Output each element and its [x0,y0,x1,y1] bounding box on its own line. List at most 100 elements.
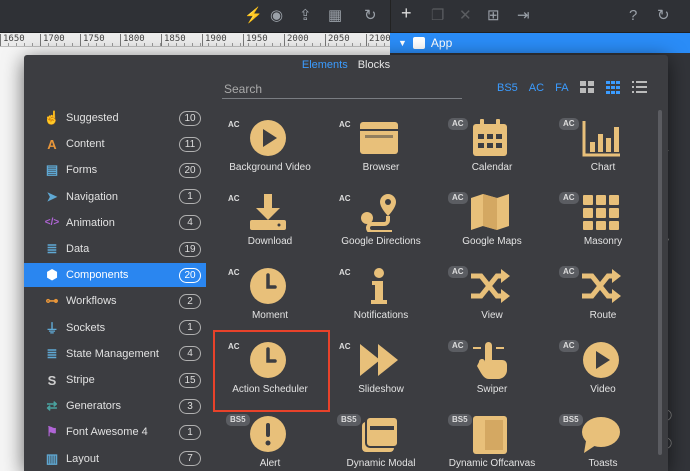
count-badge: 20 [179,162,201,178]
component-tile-download[interactable]: AC Download [212,184,323,258]
component-name: Dynamic Modal [346,458,416,469]
database-icon: ≣ [46,241,58,256]
hand-pointer-icon: ☝ [43,110,61,125]
sidebar-item-label: Stripe [66,374,95,386]
component-tile-route[interactable]: AC Route [545,258,656,332]
list-view-icon[interactable] [631,81,647,94]
filter-bs5[interactable]: BS5 [497,82,518,94]
eye-icon[interactable]: ◉ [270,8,283,24]
caret-down-icon[interactable]: ▼ [398,38,407,48]
component-tile-notifications[interactable]: AC Notifications [323,258,434,332]
share-icon[interactable]: ⇪ [299,8,312,24]
play-circle-icon [580,340,622,380]
tree-toolbar: + ❐ ✕ ⊞ ⇥ ? ↻ [390,0,690,33]
cube-icon: ⬢ [46,267,58,283]
filter-fa[interactable]: FA [555,82,568,94]
component-tile-dynamic-offcanvas[interactable]: BS5 Dynamic Offcanvas [434,406,545,471]
badge-label: AC [228,268,240,277]
fast-forward-icon [358,340,400,380]
sidebar-item-content[interactable]: A Content 11 [24,132,206,156]
lightning-icon[interactable]: ⚡ [244,8,263,24]
component-name: Action Scheduler [232,384,308,395]
grid-scrollbar[interactable] [658,110,662,455]
component-tile-masonry[interactable]: AC Masonry [545,184,656,258]
shuffle-icon [469,266,511,306]
code-icon: </> [44,217,60,229]
component-name: Dynamic Offcanvas [448,458,536,469]
search-row: BS5 AC FA [24,77,668,103]
component-tile-calendar[interactable]: AC Calendar [434,110,545,184]
sidebar-item-components[interactable]: ⬢ Components 20 [24,263,206,288]
repeat-arrows-icon: ⇄ [46,398,58,414]
alert-circle-icon [247,414,289,454]
plus-icon[interactable]: + [401,4,412,22]
component-tile-toasts[interactable]: BS5 Toasts [545,406,656,471]
stripe-s-icon: S [47,372,57,388]
sidebar-item-state-management[interactable]: ≣ State Management 4 [24,342,206,366]
sidebar-item-workflows[interactable]: ⊶ Workflows 2 [24,289,206,313]
ruler-tick: 2000 [284,34,309,46]
sidebar-item-stripe[interactable]: S Stripe 15 [24,368,206,392]
tab-blocks[interactable]: Blocks [358,59,390,71]
badge-label: AC [559,340,579,352]
component-tile-background-video[interactable]: AC Background Video [212,110,323,184]
export-icon[interactable]: ⇥ [517,8,530,24]
component-tile-dynamic-modal[interactable]: BS5 Dynamic Modal [323,406,434,471]
count-badge: 1 [179,189,201,205]
ruler-tick: 1850 [161,34,186,46]
refresh-icon[interactable]: ↻ [364,8,377,24]
badge-label: AC [448,118,468,130]
ruler-tick: 1700 [40,34,65,46]
component-name: Chart [590,162,616,173]
component-tile-view[interactable]: AC View [434,258,545,332]
component-name: Toasts [588,458,618,469]
component-name: Download [247,236,293,247]
search-input[interactable] [222,79,462,99]
sidebar-item-navigation[interactable]: ➤ Navigation 1 [24,185,206,209]
sidebar-item-label: Components [66,269,129,282]
sidebar-item-label: Forms [66,164,98,177]
sidebar-item-animation[interactable]: </> Animation 4 [24,211,206,235]
component-tile-swiper[interactable]: AC Swiper [434,332,545,406]
ruler-tick: 1950 [243,34,268,46]
copy-icon[interactable]: ❐ [431,8,444,24]
sidebar-item-label: Content [66,138,105,151]
sidebar-item-font-awesome-4[interactable]: ⚑ Font Awesome 4 1 [24,420,206,444]
component-tile-slideshow[interactable]: AC Slideshow [323,332,434,406]
sidebar-item-label: Navigation [66,190,118,203]
delete-icon[interactable]: ✕ [459,8,472,24]
sidebar-item-layout[interactable]: ▥ Layout 7 [24,447,206,471]
masonry-grid-icon [580,192,622,232]
component-tile-alert[interactable]: BS5 Alert [212,406,323,471]
sidebar-item-generators[interactable]: ⇄ Generators 3 [24,394,206,418]
sidebar-item-suggested[interactable]: ☝ Suggested 10 [24,106,206,130]
filter-ac[interactable]: AC [529,82,544,94]
tree-item-app[interactable]: ▼ App [390,33,690,53]
info-icon [358,266,400,306]
tree-item-label: App [430,36,453,50]
component-tile-google-directions[interactable]: AC Google Directions [323,184,434,258]
tab-elements[interactable]: Elements [302,59,348,71]
play-circle-icon [247,118,289,158]
component-tile-moment[interactable]: AC Moment [212,258,323,332]
refresh-icon[interactable]: ↻ [657,8,670,24]
component-tile-action-scheduler[interactable]: AC Action Scheduler [212,332,323,406]
component-tile-video[interactable]: AC Video [545,332,656,406]
component-tile-browser[interactable]: AC Browser [323,110,434,184]
small-grid-icon[interactable] [605,81,621,94]
count-badge: 15 [179,372,201,388]
sidebar-item-data[interactable]: ≣ Data 19 [24,237,206,261]
component-tile-chart[interactable]: AC Chart [545,110,656,184]
sidebar-item-sockets[interactable]: ⏚ Sockets 1 [24,316,206,340]
qr-code-icon[interactable]: ▦ [328,8,342,24]
component-name: Calendar [471,162,513,173]
component-tile-google-maps[interactable]: AC Google Maps [434,184,545,258]
count-badge: 1 [179,424,201,440]
hierarchy-icon[interactable]: ⊞ [487,8,500,24]
large-grid-icon[interactable] [579,81,595,94]
filter-bar: BS5 AC FA [497,81,647,94]
component-name: Slideshow [358,384,404,395]
flag-icon: ⚑ [46,424,58,440]
sidebar-item-forms[interactable]: ▤ Forms 20 [24,158,206,182]
help-icon[interactable]: ? [629,8,637,24]
